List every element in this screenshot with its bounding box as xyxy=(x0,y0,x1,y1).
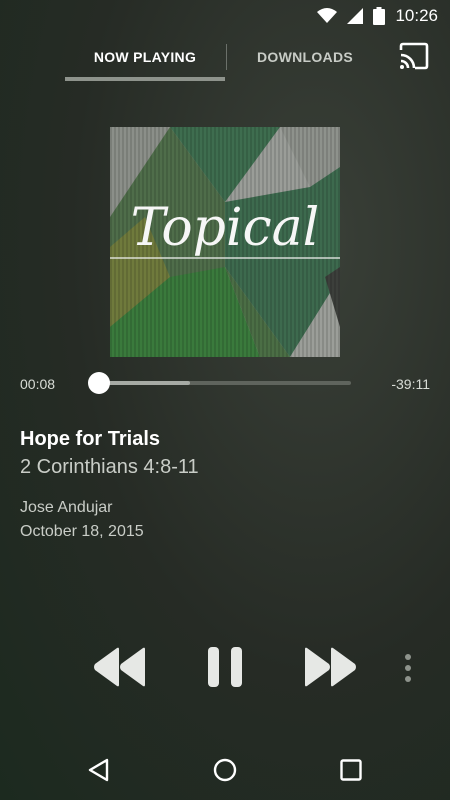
tab-now-playing[interactable]: NOW PLAYING xyxy=(65,32,225,82)
fast-forward-button[interactable] xyxy=(302,645,358,689)
track-subtitle: 2 Corinthians 4:8-11 xyxy=(20,456,199,478)
tab-now-playing-label: NOW PLAYING xyxy=(93,49,197,65)
home-button[interactable] xyxy=(212,757,238,783)
remaining-time: -39:11 xyxy=(391,376,430,392)
tab-indicator xyxy=(65,77,225,81)
pause-icon xyxy=(208,647,242,687)
seek-thumb[interactable] xyxy=(88,372,110,394)
seek-bar[interactable] xyxy=(99,381,351,385)
home-icon xyxy=(213,758,237,782)
rewind-icon xyxy=(94,647,145,687)
rewind-button[interactable] xyxy=(92,645,148,689)
pause-button[interactable] xyxy=(206,645,244,689)
track-speaker: Jose Andujar xyxy=(20,499,113,516)
fast-forward-icon xyxy=(305,647,356,687)
battery-icon xyxy=(373,7,386,25)
album-art-title: Topical xyxy=(131,198,320,258)
status-time: 10:26 xyxy=(395,6,438,25)
cast-icon xyxy=(399,42,429,70)
back-button[interactable] xyxy=(86,757,112,783)
seek-buffer xyxy=(99,381,190,385)
album-art: Topical xyxy=(110,127,340,357)
recents-button[interactable] xyxy=(338,757,364,783)
signal-icon xyxy=(347,8,364,24)
cast-button[interactable] xyxy=(398,42,430,70)
recents-icon xyxy=(340,759,362,781)
more-vert-icon xyxy=(405,654,411,682)
tab-divider xyxy=(226,44,227,70)
track-info: Hope for Trials 2 Corinthians 4:8-11 Jos… xyxy=(20,426,430,543)
track-title: Hope for Trials xyxy=(20,428,161,450)
elapsed-time: 00:08 xyxy=(20,376,56,392)
tab-bar: NOW PLAYING DOWNLOADS xyxy=(0,32,450,84)
tab-downloads-label: DOWNLOADS xyxy=(256,49,354,65)
status-bar: 10:26 xyxy=(0,0,450,32)
more-options-button[interactable] xyxy=(400,652,416,684)
navigation-bar xyxy=(0,740,450,800)
back-icon xyxy=(88,758,109,782)
track-date: October 18, 2015 xyxy=(20,523,144,540)
wifi-icon xyxy=(317,8,338,23)
tab-downloads[interactable]: DOWNLOADS xyxy=(230,32,380,82)
